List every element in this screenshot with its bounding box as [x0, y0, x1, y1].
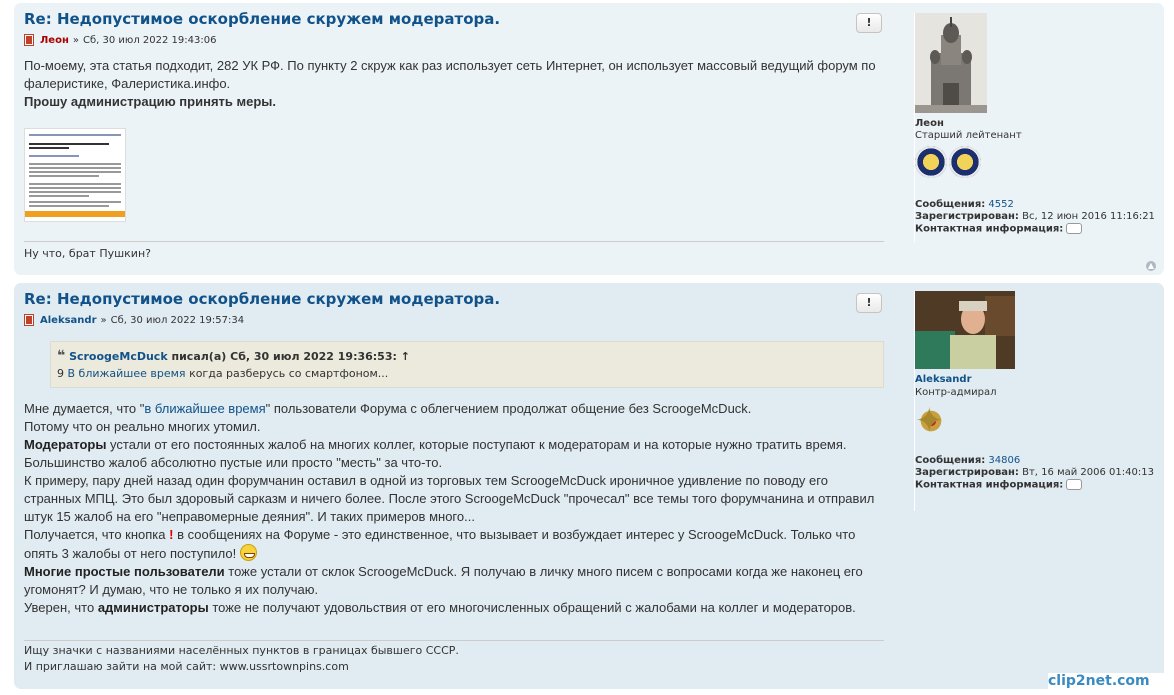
messages-label: Сообщения:: [915, 199, 986, 210]
text: Мне думается, что ": [24, 401, 145, 416]
post-line: Большинство жалоб абсолютно пустые или п…: [24, 455, 443, 470]
signature-separator: [24, 241, 884, 242]
inline-link[interactable]: в ближайшее время: [144, 401, 265, 416]
quote-number: 9: [57, 367, 64, 380]
watermark: clip2net.com: [1048, 673, 1168, 691]
report-symbol: !: [169, 527, 174, 542]
quote-date: Сб, 30 июл 2022 19:36:53:: [230, 350, 397, 363]
avatar[interactable]: [915, 291, 1015, 369]
bold-text: Многие простые пользователи: [24, 564, 225, 579]
author-link[interactable]: Леон: [40, 35, 69, 46]
text: Получается, что кнопка: [24, 527, 166, 542]
post-profile: Aleksandr Контр-адмирал Сообщения: 34806…: [914, 291, 1155, 511]
avatar-church-image: [915, 13, 987, 113]
date-separator: »: [72, 34, 79, 46]
post-author-line: Aleksandr » Сб, 30 июл 2022 19:57:34: [24, 314, 244, 326]
profile-rank: Контр-адмирал: [915, 387, 997, 398]
text: " пользователи Форума с облегчением прод…: [265, 401, 752, 416]
post-icon[interactable]: [24, 34, 34, 46]
post-line: Многие простые пользователи тоже устали …: [24, 563, 884, 599]
post-title[interactable]: Re: Недопустимое оскорбление скружем мод…: [24, 290, 500, 308]
post-author-line: Леон » Сб, 30 июл 2022 19:43:06: [24, 34, 216, 46]
text: Уверен, что: [24, 600, 98, 615]
post-title[interactable]: Re: Недопустимое оскорбление скружем мод…: [24, 10, 500, 28]
messages-label: Сообщения:: [915, 455, 986, 466]
post-date: Сб, 30 июл 2022 19:57:34: [110, 314, 245, 326]
avatar[interactable]: [915, 13, 987, 113]
quote-box: ❝ ScroogeMcDuck писал(а) Сб, 30 июл 2022…: [50, 341, 884, 388]
messages-count-link[interactable]: 34806: [988, 455, 1020, 466]
registered-date: Вс, 12 июн 2016 11:16:21: [1022, 211, 1155, 222]
profile-rank: Старший лейтенант: [915, 130, 1022, 141]
post-content: Мне думается, что "в ближайшее время" по…: [24, 400, 884, 617]
quote-header: ❝ ScroogeMcDuck писал(а) Сб, 30 июл 2022…: [57, 347, 410, 366]
attachment-thumbnail[interactable]: [24, 128, 126, 222]
text: устали от его постоянных жалоб на многих…: [106, 437, 847, 452]
quote-jump-arrow[interactable]: ↑: [401, 350, 410, 363]
registered-label: Зарегистрирован:: [915, 211, 1019, 222]
post-line: Получается, что кнопка ! в сообщениях на…: [24, 526, 884, 563]
post-paragraph-bold: Прошу администрацию принять меры.: [24, 94, 276, 109]
back-to-top-icon[interactable]: ▲: [1146, 261, 1156, 271]
registered-date: Вт, 16 май 2006 01:40:13: [1022, 467, 1154, 478]
post-icon[interactable]: [24, 314, 34, 326]
contact-label: Контактная информация:: [915, 223, 1064, 235]
post-profile: Леон Старший лейтенант Сообщения: 4552 З…: [914, 13, 1155, 243]
signature: Ищу значки с названиями населённых пункт…: [24, 643, 884, 675]
post-2: Re: Недопустимое оскорбление скружем мод…: [14, 283, 1164, 689]
post-line: К примеру, пару дней назад один форумчан…: [24, 473, 875, 524]
post-line: Мне думается, что "в ближайшее время" по…: [24, 400, 884, 418]
contact-icon[interactable]: [1066, 223, 1083, 234]
post-1: Re: Недопустимое оскорбление скружем мод…: [14, 3, 1164, 275]
signature-separator: [24, 640, 884, 641]
author-link[interactable]: Aleksandr: [40, 315, 97, 326]
bold-text: Модераторы: [24, 437, 107, 452]
quote-link[interactable]: В ближайшее время: [68, 367, 186, 380]
bold-text: администраторы: [97, 600, 209, 615]
avatar-photo: [915, 291, 1015, 369]
quote-author-link[interactable]: ScroogeMcDuck: [69, 350, 168, 363]
contact-icon[interactable]: [1066, 479, 1083, 490]
quote-wrote: писал(а): [171, 350, 227, 363]
post-line: Потому что он реально многих утомил.: [24, 419, 261, 434]
signature-line: И приглашаю зайти на мой сайт: www.ussrt…: [24, 660, 349, 673]
signature: Ну что, брат Пушкин?: [24, 247, 151, 260]
smiley-icon: [239, 544, 257, 561]
registered-label: Зарегистрирован:: [915, 467, 1019, 478]
post-line: Модераторы устали от его постоянных жало…: [24, 436, 884, 454]
signature-line: Ищу значки с названиями населённых пункт…: [24, 644, 459, 657]
messages-count-link[interactable]: 4552: [988, 199, 1013, 210]
text: тоже не получают удовольствия от его мно…: [208, 600, 856, 615]
report-button[interactable]: !: [856, 13, 882, 33]
post-content: По-моему, эта статья подходит, 282 УК РФ…: [24, 57, 884, 111]
profile-username[interactable]: Леон: [915, 118, 944, 129]
quote-icon: ❝: [57, 348, 66, 364]
date-separator: »: [100, 314, 107, 326]
quote-body: 9 В ближайшее время когда разберусь со с…: [57, 365, 388, 383]
profile-stats: Сообщения: 4552 Зарегистрирован: Вс, 12 …: [915, 199, 1155, 236]
report-button[interactable]: !: [856, 293, 882, 313]
quote-text: когда разберусь со смартфоном...: [189, 367, 389, 380]
post-paragraph: По-моему, эта статья подходит, 282 УК РФ…: [24, 58, 876, 91]
medal-icon: [915, 146, 947, 178]
contact-label: Контактная информация:: [915, 479, 1064, 491]
post-line: Уверен, что администраторы тоже не получ…: [24, 599, 884, 617]
medal-icon: [949, 146, 981, 178]
medal-icon: [915, 401, 947, 441]
profile-username[interactable]: Aleksandr: [915, 374, 972, 385]
post-date: Сб, 30 июл 2022 19:43:06: [83, 34, 217, 46]
profile-stats: Сообщения: 34806 Зарегистрирован: Вт, 16…: [915, 455, 1154, 492]
